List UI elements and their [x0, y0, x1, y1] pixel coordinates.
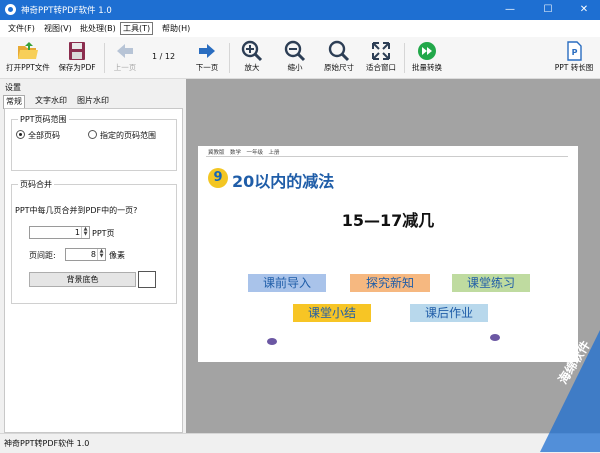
prev-page-label: 上一页 — [113, 63, 137, 72]
tab-text-watermark[interactable]: 文字水印 — [33, 95, 69, 107]
menu-batch[interactable]: 批处理(B) — [78, 23, 118, 34]
menu-file[interactable]: 文件(F) — [6, 23, 37, 34]
bug-decoration-icon — [490, 334, 500, 341]
slide-page: 冀教版 数学 一年级 上册 9 20以内的减法 15—17减几 课前导入 探究新… — [198, 146, 578, 362]
pages-per-sheet-stepper[interactable]: 1 ▲ ▼ — [29, 226, 90, 239]
fit-window-button[interactable]: 适合窗口 — [362, 40, 400, 76]
original-size-button[interactable]: 原始尺寸 — [320, 40, 358, 76]
pages-per-sheet-value: 1 — [74, 228, 80, 237]
toolbar-separator — [104, 43, 105, 73]
fit-window-label: 适合窗口 — [366, 63, 396, 72]
slide-breadcrumb: 冀教版 数学 一年级 上册 — [208, 150, 280, 156]
original-size-label: 原始尺寸 — [324, 63, 354, 72]
spacing-unit-label: 像素 — [109, 251, 125, 260]
settings-panel: 设置 常规 文字水印 图片水印 PPT页码范围 全部页码 指定的页码范围 页码合… — [0, 79, 185, 433]
status-text: 神奇PPT转PDF软件 1.0 — [4, 439, 90, 448]
preview-canvas[interactable]: 冀教版 数学 一年级 上册 9 20以内的减法 15—17减几 课前导入 探究新… — [186, 79, 600, 433]
zoom-out-button[interactable]: 缩小 — [279, 40, 311, 76]
radio-dot — [88, 130, 97, 139]
chip-homework: 课后作业 — [410, 304, 488, 322]
save-icon — [69, 42, 85, 60]
save-pdf-button[interactable]: 保存为PDF — [56, 40, 98, 76]
expand-icon — [372, 42, 390, 60]
page-spacing-stepper[interactable]: 8 ▲ ▼ — [65, 248, 106, 261]
close-button[interactable]: ✕ — [566, 0, 600, 20]
chip-intro: 课前导入 — [248, 274, 326, 292]
next-page-button[interactable]: 下一页 — [192, 40, 222, 76]
radio-all-pages[interactable]: 全部页码 — [16, 130, 60, 141]
page-range-title: PPT页码范围 — [18, 114, 69, 125]
general-tab-content: PPT页码范围 全部页码 指定的页码范围 页码合并 PPT中每几页合并到PDF中… — [4, 108, 183, 433]
page-spacing-value: 8 — [90, 250, 96, 259]
watermark-corner: 海绵软件 — [540, 330, 600, 452]
merge-description: PPT中每几页合并到PDF中的一页? — [15, 206, 138, 215]
app-icon — [5, 4, 16, 15]
lesson-title: 20以内的减法 — [232, 172, 335, 191]
status-bar: 神奇PPT转PDF软件 1.0 — [0, 433, 600, 453]
folder-open-icon — [18, 42, 38, 59]
slide-divider — [206, 156, 568, 157]
radio-page-range[interactable]: 指定的页码范围 — [88, 130, 156, 141]
page-range-group: PPT页码范围 全部页码 指定的页码范围 — [11, 114, 177, 171]
svg-text:P: P — [572, 48, 578, 57]
lesson-subtitle: 15—17减几 — [341, 211, 435, 230]
toolbar: 打开PPT文件 保存为PDF 上一页 1 / 12 下一页 放大 缩小 原始尺寸… — [0, 37, 600, 79]
toolbar-separator — [229, 43, 230, 73]
toolbar-separator — [404, 43, 405, 73]
zoom-out-label: 缩小 — [287, 63, 303, 72]
prev-page-button[interactable]: 上一页 — [110, 40, 140, 76]
chip-explore: 探究新知 — [350, 274, 430, 292]
tab-general[interactable]: 常规 — [3, 95, 25, 109]
page-merge-title: 页码合并 — [18, 179, 54, 190]
menu-bar: 文件(F) 视图(V) 批处理(B) 工具(T) 帮助(H) — [0, 20, 600, 38]
ppt-long-image-label: PPT 转长图 — [554, 63, 594, 72]
chip-summary: 课堂小结 — [293, 304, 371, 322]
background-color-button[interactable]: 背景底色 — [29, 272, 136, 287]
chip-practice: 课堂练习 — [452, 274, 530, 292]
zoom-out-icon — [284, 40, 306, 62]
menu-tools[interactable]: 工具(T) — [120, 22, 154, 35]
maximize-button[interactable]: ☐ — [530, 0, 566, 20]
batch-convert-label: 批量转换 — [412, 63, 442, 72]
pages-unit-label: PPT页 — [92, 229, 115, 238]
title-bar: 神奇PPT转PDF软件 1.0 — ☐ ✕ — [0, 0, 600, 20]
lesson-number-badge: 9 — [208, 168, 228, 188]
zoom-in-label: 放大 — [244, 63, 260, 72]
radio-range-label: 指定的页码范围 — [100, 131, 156, 140]
spacing-label: 页间距: — [29, 251, 56, 260]
background-color-swatch[interactable] — [138, 271, 156, 288]
menu-view[interactable]: 视图(V) — [42, 23, 74, 34]
open-ppt-label: 打开PPT文件 — [6, 63, 50, 72]
arrow-left-icon — [117, 44, 133, 58]
bug-decoration-icon — [267, 338, 277, 345]
save-pdf-label: 保存为PDF — [58, 63, 96, 72]
next-page-label: 下一页 — [195, 63, 219, 72]
zoom-in-icon — [241, 40, 263, 62]
radio-dot-selected — [16, 130, 25, 139]
ppt-long-image-button[interactable]: P PPT 转长图 — [552, 40, 596, 76]
settings-tabs: 常规 文字水印 图片水印 — [3, 95, 183, 109]
zoom-in-button[interactable]: 放大 — [236, 40, 268, 76]
window-title: 神奇PPT转PDF软件 1.0 — [21, 6, 112, 16]
arrow-right-icon — [199, 44, 215, 58]
open-ppt-button[interactable]: 打开PPT文件 — [4, 40, 52, 76]
page-merge-group: 页码合并 PPT中每几页合并到PDF中的一页? 1 ▲ ▼ PPT页 页间距: 8… — [11, 179, 177, 304]
stepper-arrows-icon[interactable]: ▲ ▼ — [81, 227, 89, 238]
ppt-file-icon: P — [567, 41, 582, 61]
minimize-button[interactable]: — — [492, 0, 528, 20]
batch-convert-button[interactable]: 批量转换 — [408, 40, 446, 76]
magnifier-icon — [328, 40, 350, 62]
menu-help[interactable]: 帮助(H) — [160, 23, 192, 34]
radio-all-label: 全部页码 — [28, 131, 60, 140]
fast-forward-icon — [418, 42, 436, 60]
settings-heading: 设置 — [5, 83, 21, 92]
page-counter: 1 / 12 — [152, 52, 176, 61]
tab-image-watermark[interactable]: 图片水印 — [75, 95, 111, 107]
stepper-arrows-icon[interactable]: ▲ ▼ — [97, 249, 105, 260]
